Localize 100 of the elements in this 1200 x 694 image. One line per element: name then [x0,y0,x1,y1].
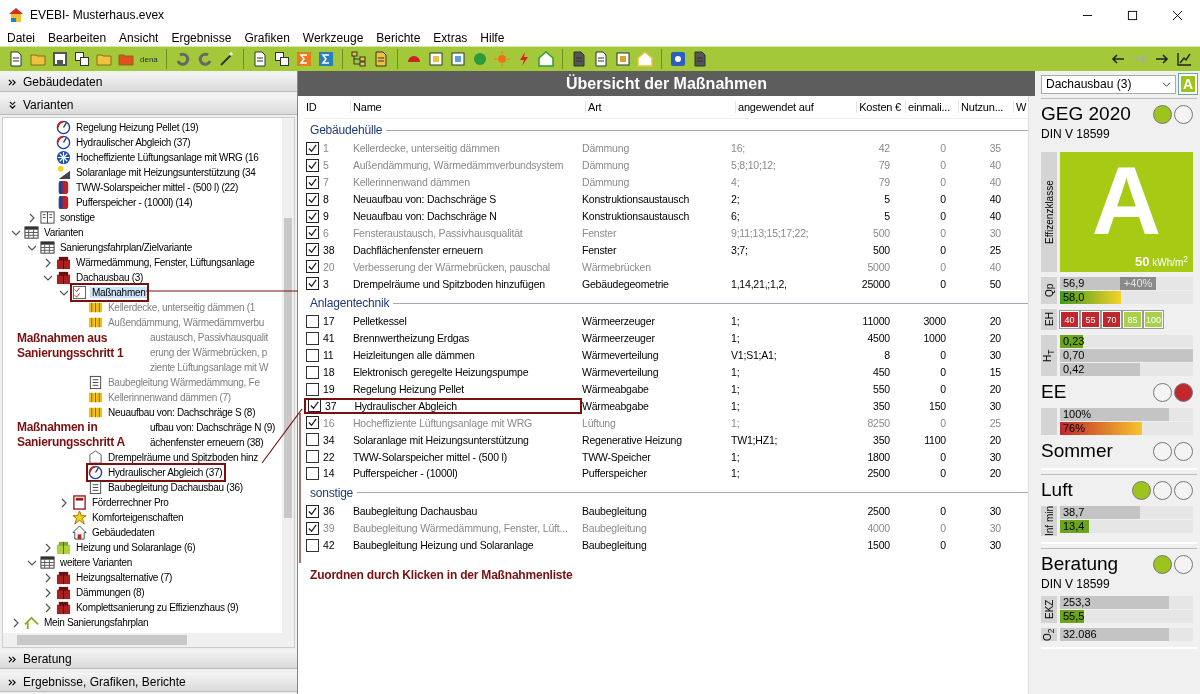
checkbox[interactable] [306,141,319,155]
close-icon[interactable] [1172,9,1183,21]
section-header[interactable]: Varianten [0,96,297,115]
tree-item[interactable]: Dämmungen (8) [74,587,147,598]
tree-item[interactable]: Heizungsalternative (7) [74,572,174,583]
section-header[interactable]: Gebäudedaten [0,73,297,92]
menu-item[interactable]: Werkzeuge [302,31,364,45]
tree-item[interactable]: Förderrechner Pro [90,497,171,508]
tree-item[interactable]: TWW-Solarspeicher mittel - (500 l) (22) [74,182,241,193]
tree-item[interactable]: Solaranlage mit Heizungsunterstützung (34 [74,167,258,178]
tree-item[interactable]: Varianten [42,227,86,238]
expand-icon[interactable] [43,542,53,553]
menu-item[interactable]: Berichte [376,31,421,45]
tree-item[interactable]: Neuaufbau von: Dachschräge S (8) [106,407,258,418]
expand-icon[interactable] [11,617,21,628]
checkbox[interactable] [306,192,319,206]
tree-item[interactable]: Maßnahmen [90,287,148,298]
checkbox[interactable] [306,433,319,447]
checkbox[interactable] [306,175,319,189]
wand-icon[interactable] [218,51,235,67]
checkbox[interactable] [306,158,319,172]
checkbox[interactable] [306,243,319,257]
house-icon[interactable] [537,51,554,67]
checkbox[interactable] [306,450,319,464]
scrollbar[interactable] [282,118,294,633]
column-header[interactable]: einmali... [906,101,959,113]
column-header[interactable]: Nutzun... [959,101,1014,113]
tree-item[interactable]: weitere Varianten [58,557,134,568]
undo-icon[interactable] [174,51,191,67]
maximize-icon[interactable] [1127,9,1138,21]
tree-item[interactable]: Gebäudedaten [90,527,157,538]
tree-item[interactable]: sonstige [58,212,97,223]
tree-item[interactable]: austausch, Passivhausqualit [148,332,271,343]
scrollbar[interactable] [1028,96,1035,694]
checkbox[interactable] [306,365,319,379]
menu-item[interactable]: Hilfe [480,31,505,45]
tree-item[interactable]: ächenfenster erneuern (38) [148,437,266,448]
tree-item[interactable]: Außendämmung, Wärmedämmverbu [106,317,267,328]
menu-item[interactable]: Datei [7,31,35,45]
sum-icon[interactable] [295,51,312,67]
column-header[interactable]: Art [586,101,736,113]
checkbox[interactable] [306,466,319,480]
menu-item[interactable]: Extras [433,31,468,45]
tree-item[interactable]: ufbau von: Dachschräge N (9) [148,422,277,433]
checkbox[interactable] [306,521,319,535]
tree-item[interactable]: ziente Lüftungsanlage mit W [148,362,271,373]
tree-item[interactable]: Sanierungsfahrplan/Zielvariante [58,242,194,253]
dena-button[interactable]: dena [140,54,158,64]
variant-dropdown[interactable]: Dachausbau (3) [1041,74,1176,94]
scrollbar[interactable] [3,633,294,647]
checkbox[interactable] [306,416,319,430]
tree-item[interactable]: Hydraulischer Abgleich (37) [74,137,193,148]
document-icon[interactable] [592,51,609,67]
tree-item[interactable]: Mein Sanierungsfahrplan [42,617,151,628]
checkbox[interactable] [306,277,319,291]
checkbox[interactable] [306,348,319,362]
tree-item[interactable]: Heizung und Solaranlage (6) [74,542,198,553]
save-icon[interactable] [52,51,68,67]
compare-icon[interactable] [273,51,290,67]
column-header[interactable]: Kosten € [857,101,906,113]
column-header[interactable]: ID [304,101,351,113]
expand-icon[interactable] [43,257,53,268]
menu-item[interactable]: Grafiken [244,31,290,45]
checkbox[interactable] [306,260,319,274]
redo-icon[interactable] [196,51,213,67]
menu-item[interactable]: Bearbeiten [48,31,107,45]
expand-icon[interactable] [43,602,53,613]
section-header[interactable]: Beratung [0,650,297,669]
checkbox[interactable] [306,331,319,345]
checkbox[interactable] [306,538,319,552]
checkbox[interactable] [306,226,319,240]
checkbox[interactable] [306,382,319,396]
tree-item[interactable]: Komplettsanierung zu Effizienzhaus (9) [74,602,241,613]
tree-item[interactable]: Kellerdecke, unterseitig dämmen (1 [106,302,258,313]
new-file-icon[interactable] [8,51,24,67]
tree-item[interactable]: Pufferspeicher - (1000l) (14) [74,197,195,208]
menu-item[interactable]: Ergebnisse [171,31,232,45]
tree-item[interactable]: Wärmedämmung, Fenster, Lüftungsanlage [74,257,257,268]
tree-item[interactable]: Kellerinnenwand dämmen (7) [106,392,233,403]
tree-item[interactable]: Drempelräume und Spitzboden hinz [106,452,260,463]
tree-item[interactable]: Baubegleitung Dachausbau (36) [106,482,245,493]
expand-icon[interactable] [43,587,53,598]
column-header[interactable]: W [1014,101,1028,113]
expand-icon[interactable] [59,497,69,508]
report-icon[interactable] [251,51,268,67]
tree-item[interactable]: Hydraulischer Abgleich (37) [106,467,225,478]
tree-item[interactable]: Baubegleitung Wärmedämmung, Fe [106,377,262,388]
menu-item[interactable]: Ansicht [119,31,159,45]
expand-icon[interactable] [43,572,53,583]
hierarchy-icon[interactable] [350,51,367,67]
tree-item[interactable]: Regelung Heizung Pellet (19) [74,122,201,133]
tree-item[interactable]: Hocheffiziente Lüftungsanlage mit WRG (16 [74,152,261,163]
checkbox[interactable] [306,504,319,518]
column-header[interactable]: Name [351,101,586,113]
help-icon[interactable] [669,51,686,67]
section-header[interactable]: Ergebnisse, Grafiken, Berichte [0,673,297,692]
tree-item[interactable]: erung der Wärmebrücken, p [148,347,269,358]
list-icon[interactable] [372,51,389,67]
tree-item[interactable]: Komforteigenschaften [90,512,186,523]
expand-icon[interactable] [27,212,37,223]
